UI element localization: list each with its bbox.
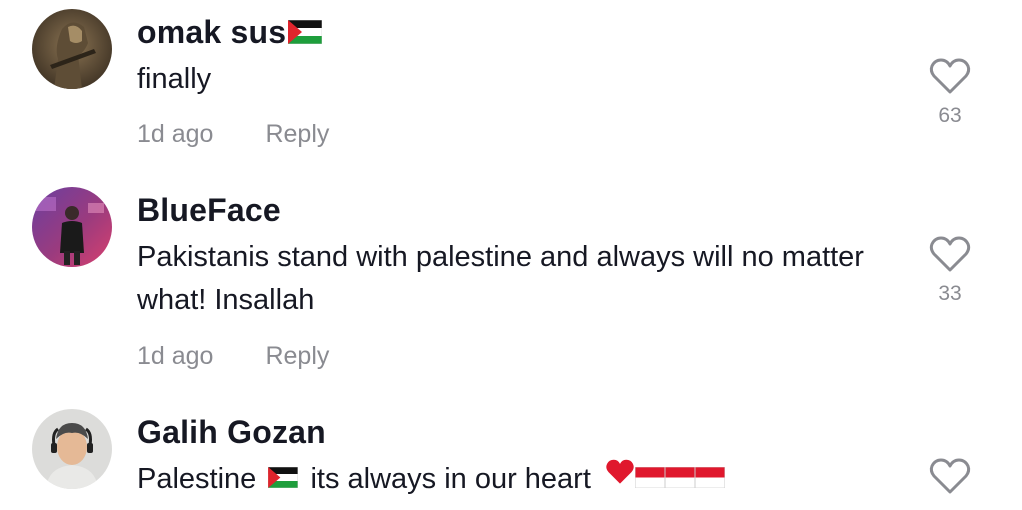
avatar[interactable] <box>32 187 112 267</box>
heart-icon[interactable] <box>928 236 972 274</box>
like-count: 63 <box>938 104 962 127</box>
comment-text: Pakistanis stand with palestine and alwa… <box>137 241 864 316</box>
indonesia-flag-emoji <box>664 466 695 488</box>
comment-time: 1d ago <box>137 120 214 148</box>
heart-icon[interactable] <box>928 458 972 496</box>
comment-meta: 1d ago Reply <box>137 118 329 150</box>
comment-text: finally <box>137 63 212 95</box>
avatar[interactable] <box>32 9 112 89</box>
username[interactable]: omak sus <box>137 12 323 52</box>
palestine-flag-emoji <box>268 466 299 488</box>
like-group: 63 <box>928 58 972 128</box>
like-count: 33 <box>938 282 962 305</box>
comment-text: Palestine its always in our heart <box>137 458 877 502</box>
indonesia-flag-emoji <box>694 466 725 488</box>
palestine-flag-emoji <box>288 19 323 44</box>
avatar-image <box>32 409 112 489</box>
avatar-image <box>32 9 112 89</box>
reply-button[interactable]: Reply <box>265 120 329 148</box>
red-heart-emoji <box>605 456 635 499</box>
username[interactable]: Galih Gozan <box>137 412 326 452</box>
avatar[interactable] <box>32 409 112 489</box>
comment-meta: 1d ago Reply <box>137 340 329 372</box>
username[interactable]: BlueFace <box>137 190 281 230</box>
comment-text-part: its always in our heart <box>310 463 591 495</box>
comment-time: 1d ago <box>137 342 214 370</box>
comment-text-part: Palestine <box>137 463 257 495</box>
indonesia-flag-emoji <box>634 466 665 488</box>
like-group: 33 <box>928 236 972 306</box>
heart-icon[interactable] <box>928 58 972 96</box>
reply-button[interactable]: Reply <box>265 342 329 370</box>
like-group <box>928 458 972 496</box>
avatar-image <box>32 187 112 267</box>
username-text[interactable]: omak sus <box>137 14 286 50</box>
